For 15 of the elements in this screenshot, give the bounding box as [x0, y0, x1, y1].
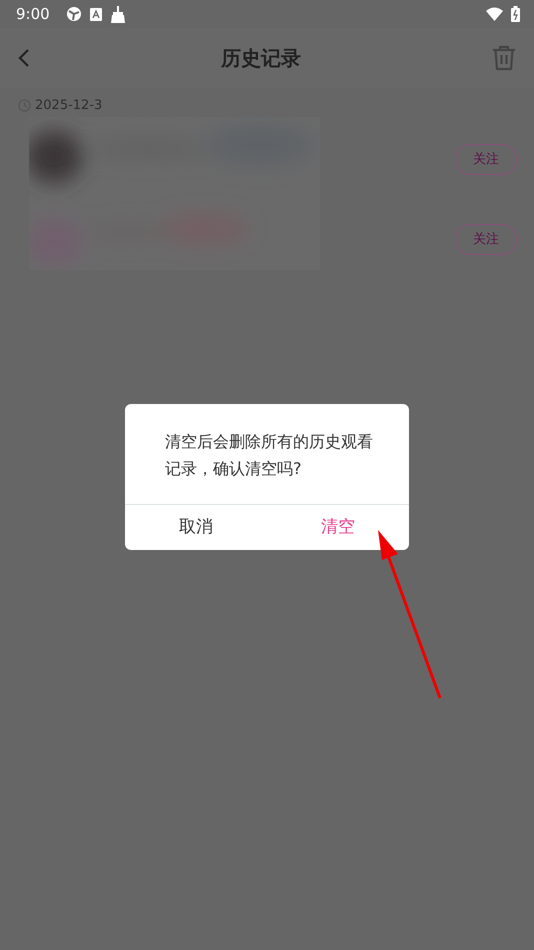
page-title: 历史记录 [221, 45, 301, 72]
back-icon[interactable] [18, 48, 30, 68]
history-date: 2025-12-3 [35, 97, 102, 115]
broom-icon [110, 6, 126, 22]
dialog-message: 清空后会删除所有的历史观看记录，确认清空吗? [164, 431, 374, 480]
confirm-button[interactable]: 清空 [267, 505, 409, 550]
status-icon [66, 6, 82, 22]
status-time: 9:00 [16, 4, 50, 25]
status-icon [90, 8, 102, 20]
follow-button[interactable]: 关注 [455, 144, 517, 175]
battery-icon [511, 6, 520, 22]
follow-button[interactable]: 关注 [455, 224, 517, 255]
wifi-icon [486, 7, 503, 21]
trash-icon[interactable] [492, 45, 516, 71]
cancel-button[interactable]: 取消 [125, 505, 267, 550]
